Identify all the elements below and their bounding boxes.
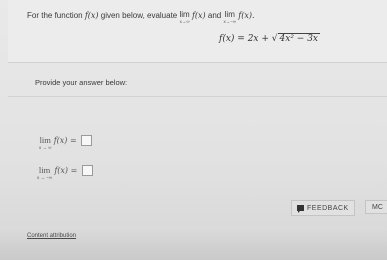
answer-input-positive-infinity[interactable]: [80, 135, 92, 146]
lim-subscript: x→∞: [179, 19, 190, 24]
lim-subscript: x → −∞: [37, 175, 53, 180]
answer-expression: f(x) =: [54, 166, 78, 175]
lim-word: lim: [38, 165, 51, 175]
page: For the function f(x) given below, evalu…: [0, 0, 387, 260]
answer-expression: f(x) =: [53, 136, 77, 145]
more-button[interactable]: MC: [365, 200, 387, 214]
limit-positive-infinity: lim x→∞: [179, 10, 190, 25]
lim-word: lim: [224, 10, 235, 19]
lim-subscript: x → ∞: [39, 145, 52, 150]
function-name: f(x): [84, 11, 99, 20]
equation-lhs: f(x) = 2x +: [219, 34, 272, 44]
lim-expression: f(x): [191, 11, 206, 20]
prompt-and: and: [205, 11, 224, 20]
provide-answer-label: Provide your answer below:: [35, 78, 128, 87]
divider: [8, 96, 387, 97]
lim-subscript: x→−∞: [223, 19, 237, 24]
answer-limit: lim x → ∞: [39, 136, 51, 150]
content-attribution-link[interactable]: Content attribution: [27, 233, 76, 239]
prompt-middle: given below, evaluate: [98, 11, 180, 20]
answer-row-negative-infinity: lim x → −∞ f(x) =: [37, 165, 93, 180]
lim-expression: f(x).: [238, 11, 255, 20]
function-equation: f(x) = 2x + √ 4x² − 3x: [219, 33, 320, 44]
limit-negative-infinity: lim x→−∞: [223, 10, 237, 25]
question-prompt: For the function f(x) given below, evalu…: [27, 10, 255, 25]
answer-row-positive-infinity: lim x → ∞ f(x) =: [39, 135, 92, 150]
equation-radicand: 4x² − 3x: [277, 33, 320, 44]
speech-bubble-icon: [297, 205, 304, 213]
answer-limit: lim x → −∞: [37, 166, 52, 180]
lim-word: lim: [179, 10, 190, 19]
lim-word: lim: [39, 135, 51, 145]
prompt-prefix: For the function: [27, 11, 85, 20]
answer-input-negative-infinity[interactable]: [81, 165, 93, 176]
feedback-button[interactable]: FEEDBACK: [291, 200, 355, 216]
feedback-label: FEEDBACK: [307, 204, 349, 212]
question-panel: [8, 0, 387, 62]
divider: [8, 62, 387, 63]
